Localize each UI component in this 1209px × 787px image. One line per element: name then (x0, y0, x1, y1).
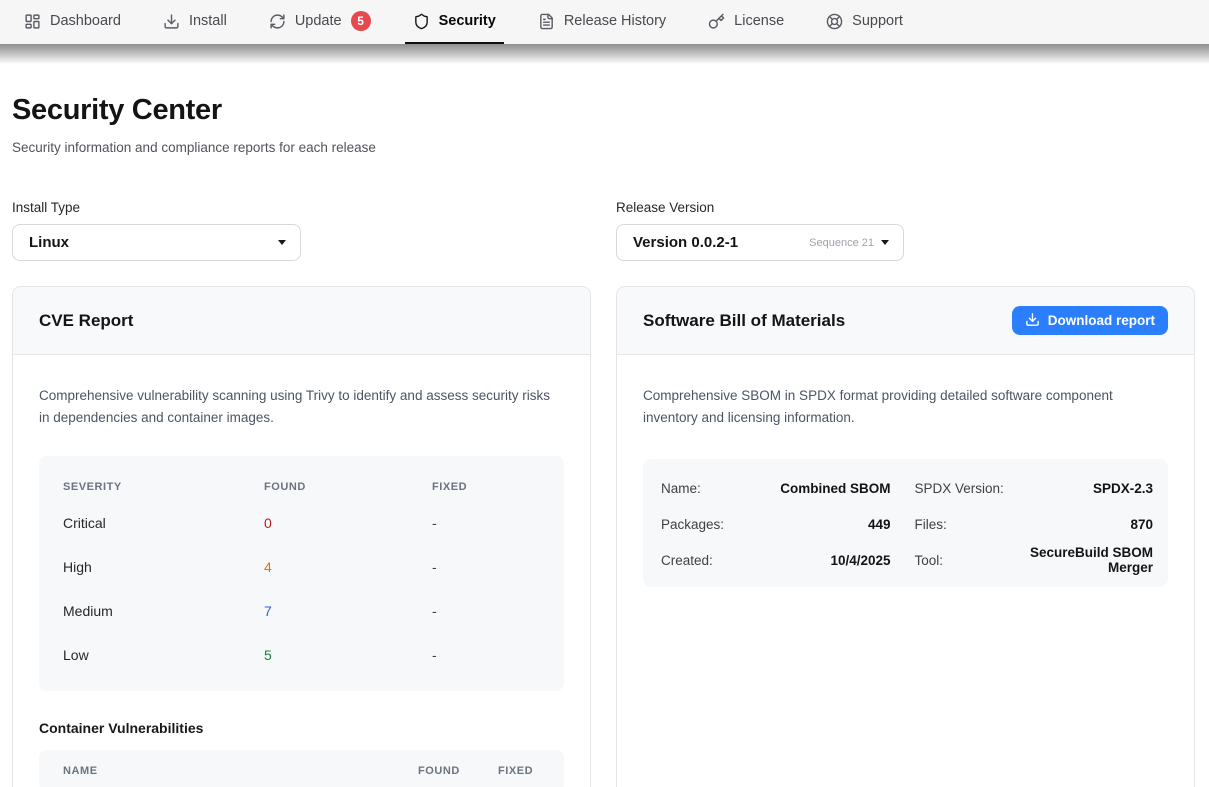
fixed-count: - (432, 603, 540, 619)
table-row: High 4 - (63, 545, 540, 589)
shield-icon (413, 13, 430, 30)
install-type-value: Linux (29, 234, 69, 251)
severity-label: Critical (63, 515, 264, 531)
nav-label: Update (295, 13, 342, 29)
field-value: 870 (1012, 517, 1154, 532)
sbom-description: Comprehensive SBOM in SPDX format provid… (643, 385, 1168, 428)
cve-report-body: Comprehensive vulnerability scanning usi… (13, 355, 590, 787)
found-count: 0 (264, 515, 432, 531)
table-row: Low 5 - (63, 633, 540, 677)
field-value: SecureBuild SBOM Merger (1012, 545, 1154, 575)
nav-item-support[interactable]: Support (818, 0, 911, 44)
table-row: Created: 10/4/2025 Tool: SecureBuild SBO… (661, 542, 1153, 578)
field-label: Created: (661, 553, 749, 568)
table-row: Critical 0 - (63, 501, 540, 545)
document-icon (538, 13, 555, 30)
severity-label: Medium (63, 603, 264, 619)
nav-label: Security (439, 13, 496, 29)
dashboard-icon (24, 13, 41, 30)
col-fixed: FIXED (498, 765, 540, 777)
security-center-page: Security Center Security information and… (0, 94, 1209, 787)
filters-row: Install Type Linux Release Version Versi… (12, 200, 1195, 261)
field-value: SPDX-2.3 (1012, 481, 1154, 496)
nav-label: Release History (564, 13, 666, 29)
col-found: FOUND (264, 481, 432, 493)
nav-item-update[interactable]: Update 5 (261, 0, 379, 44)
chevron-down-icon (278, 240, 286, 245)
sbom-info-table: Name: Combined SBOM SPDX Version: SPDX-2… (643, 459, 1168, 587)
severity-label: High (63, 559, 264, 575)
nav-item-security[interactable]: Security (405, 0, 504, 44)
nav-item-release-history[interactable]: Release History (530, 0, 674, 44)
install-type-select[interactable]: Linux (12, 224, 301, 261)
field-label: Tool: (915, 553, 1012, 568)
container-vulnerabilities-title: Container Vulnerabilities (39, 720, 564, 736)
lifebuoy-icon (826, 13, 843, 30)
container-vulnerabilities-header: NAME FOUND FIXED (39, 750, 564, 787)
nav-item-dashboard[interactable]: Dashboard (16, 0, 129, 44)
cards-row: CVE Report Comprehensive vulnerability s… (12, 286, 1195, 787)
key-icon (708, 13, 725, 30)
col-found: FOUND (418, 765, 498, 777)
sbom-header: Software Bill of Materials Download repo… (617, 287, 1194, 355)
cve-report-header: CVE Report (13, 287, 590, 355)
install-type-label: Install Type (12, 200, 591, 215)
cve-report-title: CVE Report (39, 311, 133, 331)
nav-label: License (734, 13, 784, 29)
nav-label: Dashboard (50, 13, 121, 29)
field-label: Name: (661, 481, 749, 496)
field-value: 449 (749, 517, 891, 532)
nav-label: Install (189, 13, 227, 29)
severity-table-header: SEVERITY FOUND FIXED (63, 473, 540, 501)
chevron-down-icon (881, 240, 889, 245)
page-title: Security Center (12, 94, 1195, 127)
download-icon (163, 13, 180, 30)
fixed-count: - (432, 647, 540, 663)
table-row: Packages: 449 Files: 870 (661, 506, 1153, 542)
severity-label: Low (63, 647, 264, 663)
sbom-card: Software Bill of Materials Download repo… (616, 286, 1195, 787)
sbom-title: Software Bill of Materials (643, 311, 845, 331)
sbom-body: Comprehensive SBOM in SPDX format provid… (617, 355, 1194, 587)
sequence-label: Sequence 21 (809, 237, 874, 249)
found-count: 4 (264, 559, 432, 575)
release-version-filter: Release Version Version 0.0.2-1 Sequence… (616, 200, 1195, 261)
page-subtitle: Security information and compliance repo… (12, 140, 1195, 155)
field-label: Files: (915, 517, 1012, 532)
top-navigation: Dashboard Install Update 5 Security Rele… (0, 0, 1209, 44)
nav-item-license[interactable]: License (700, 0, 792, 44)
nav-label: Support (852, 13, 903, 29)
download-report-label: Download report (1048, 313, 1155, 328)
field-label: SPDX Version: (915, 481, 1012, 496)
field-value: Combined SBOM (749, 481, 891, 496)
release-version-label: Release Version (616, 200, 1195, 215)
table-row: Name: Combined SBOM SPDX Version: SPDX-2… (661, 470, 1153, 506)
release-version-select[interactable]: Version 0.0.2-1 Sequence 21 (616, 224, 904, 261)
fixed-count: - (432, 559, 540, 575)
release-version-value: Version 0.0.2-1 (633, 234, 738, 251)
field-value: 10/4/2025 (749, 553, 891, 568)
severity-table: SEVERITY FOUND FIXED Critical 0 - High 4… (39, 456, 564, 691)
found-count: 7 (264, 603, 432, 619)
field-label: Packages: (661, 517, 749, 532)
download-icon (1025, 312, 1040, 330)
update-count-badge: 5 (351, 11, 371, 31)
download-report-button[interactable]: Download report (1012, 306, 1168, 335)
refresh-icon (269, 13, 286, 30)
found-count: 5 (264, 647, 432, 663)
cve-report-description: Comprehensive vulnerability scanning usi… (39, 385, 564, 428)
table-row: Medium 7 - (63, 589, 540, 633)
header-shadow (0, 44, 1209, 64)
nav-item-install[interactable]: Install (155, 0, 235, 44)
col-name: NAME (63, 765, 418, 777)
cve-report-card: CVE Report Comprehensive vulnerability s… (12, 286, 591, 787)
install-type-filter: Install Type Linux (12, 200, 591, 261)
col-fixed: FIXED (432, 481, 540, 493)
fixed-count: - (432, 515, 540, 531)
col-severity: SEVERITY (63, 481, 264, 493)
